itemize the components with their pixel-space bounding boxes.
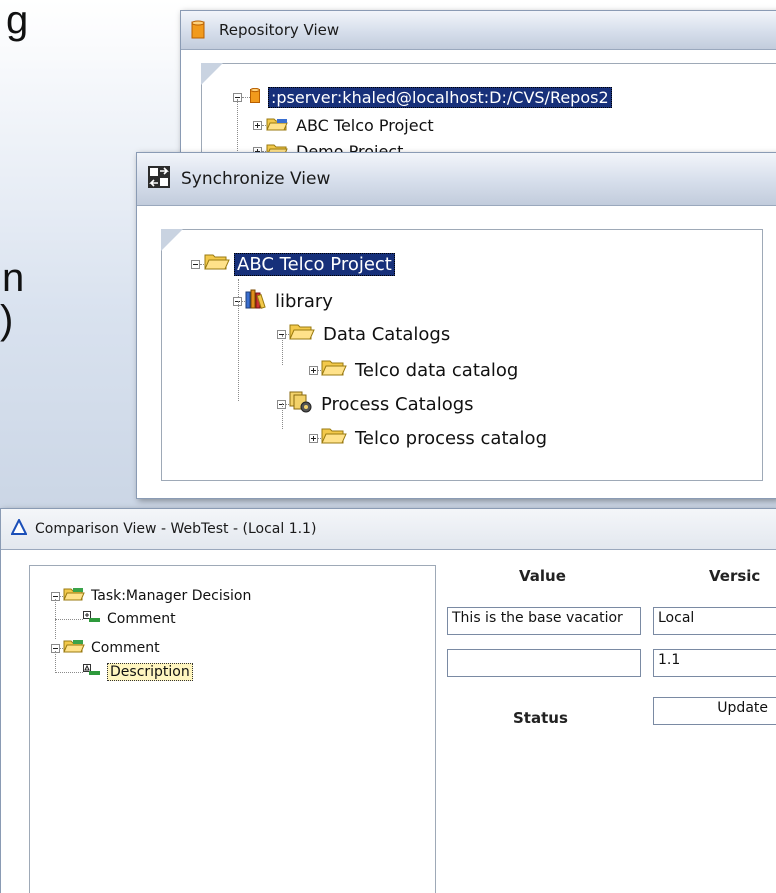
- sync-process-catalogs-label: Process Catalogs: [321, 394, 474, 415]
- sync-telco-data-catalog-label: Telco data catalog: [355, 360, 519, 381]
- background-text-g: g: [6, 0, 29, 42]
- value-column-header: Value: [519, 567, 566, 585]
- comparison-view-title: Comparison View - WebTest - (Local 1.1): [35, 521, 317, 537]
- version-column-header: Versic: [709, 567, 761, 585]
- attribute-delta-icon: [83, 664, 101, 680]
- version-field-1[interactable]: Local: [653, 607, 776, 635]
- expand-toggle-icon[interactable]: [253, 121, 262, 130]
- panel-corner: [201, 63, 223, 85]
- background-text-paren: ): [0, 298, 14, 342]
- tree-item-abc-telco[interactable]: ABC Telco Project: [253, 116, 434, 135]
- sync-telco-process-catalog-node[interactable]: Telco process catalog: [309, 427, 547, 450]
- repository-view-title: Repository View: [219, 21, 340, 39]
- synchronize-view-titlebar[interactable]: Synchronize View: [137, 153, 776, 206]
- cmp-task-label: Task:Manager Decision: [91, 588, 252, 604]
- open-folder-icon: [63, 639, 85, 657]
- folder-icon: [266, 116, 288, 135]
- synchronize-icon: [147, 165, 171, 194]
- sync-telco-data-catalog-node[interactable]: Telco data catalog: [309, 359, 518, 382]
- value-field-2[interactable]: [447, 649, 641, 677]
- open-folder-icon: [321, 427, 347, 450]
- repository-db-icon: [250, 87, 260, 108]
- synchronize-view-window: Synchronize View ABC Telco Project libra…: [136, 152, 776, 499]
- collapse-toggle-icon[interactable]: [191, 260, 200, 269]
- library-icon: [245, 289, 267, 314]
- sync-library-label: library: [275, 291, 333, 312]
- cmp-task-comment-label: Comment: [107, 611, 176, 627]
- open-folder-icon: [204, 253, 230, 276]
- tree-item-label: ABC Telco Project: [296, 116, 434, 135]
- repository-icon: [191, 20, 205, 40]
- comparison-view-window: Comparison View - WebTest - (Local 1.1) …: [0, 508, 776, 893]
- open-folder-icon: [289, 323, 315, 346]
- cmp-comment-node[interactable]: Comment: [51, 639, 160, 657]
- cmp-comment-label: Comment: [91, 640, 160, 656]
- cmp-task-comment-node[interactable]: Comment: [55, 611, 176, 627]
- sync-root-label[interactable]: ABC Telco Project: [234, 253, 395, 276]
- attribute-plus-icon: [83, 611, 101, 627]
- synchronize-view-title: Synchronize View: [181, 169, 331, 189]
- open-folder-icon: [321, 359, 347, 382]
- sync-root-node[interactable]: ABC Telco Project: [191, 253, 395, 276]
- repository-root-label[interactable]: :pserver:khaled@localhost:D:/CVS/Repos2: [268, 87, 612, 108]
- comparison-view-titlebar[interactable]: Comparison View - WebTest - (Local 1.1): [1, 509, 776, 550]
- sync-telco-process-catalog-label: Telco process catalog: [355, 428, 547, 449]
- cmp-task-node[interactable]: Task:Manager Decision: [51, 587, 251, 605]
- status-field[interactable]: Update: [653, 697, 776, 725]
- cmp-description-node[interactable]: Description: [55, 663, 193, 681]
- expand-toggle-icon[interactable]: [309, 434, 318, 443]
- version-field-2[interactable]: 1.1: [653, 649, 776, 677]
- open-folder-icon: [63, 587, 85, 605]
- status-label: Status: [513, 709, 568, 727]
- sync-process-catalogs-node[interactable]: Process Catalogs: [277, 391, 474, 418]
- process-catalog-icon: [289, 391, 313, 418]
- sync-data-catalogs-node[interactable]: Data Catalogs: [277, 323, 450, 346]
- repository-view-titlebar[interactable]: Repository View: [181, 11, 776, 50]
- sync-data-catalogs-label: Data Catalogs: [323, 324, 451, 345]
- value-field-1[interactable]: This is the base vacatior: [447, 607, 641, 635]
- background-text-n: n: [2, 256, 25, 300]
- cmp-description-label[interactable]: Description: [107, 663, 193, 681]
- sync-library-node[interactable]: library: [233, 289, 333, 314]
- expand-toggle-icon[interactable]: [309, 366, 318, 375]
- repository-root-node[interactable]: :pserver:khaled@localhost:D:/CVS/Repos2: [233, 87, 612, 108]
- panel-corner: [161, 229, 183, 251]
- comparison-icon: [10, 517, 28, 539]
